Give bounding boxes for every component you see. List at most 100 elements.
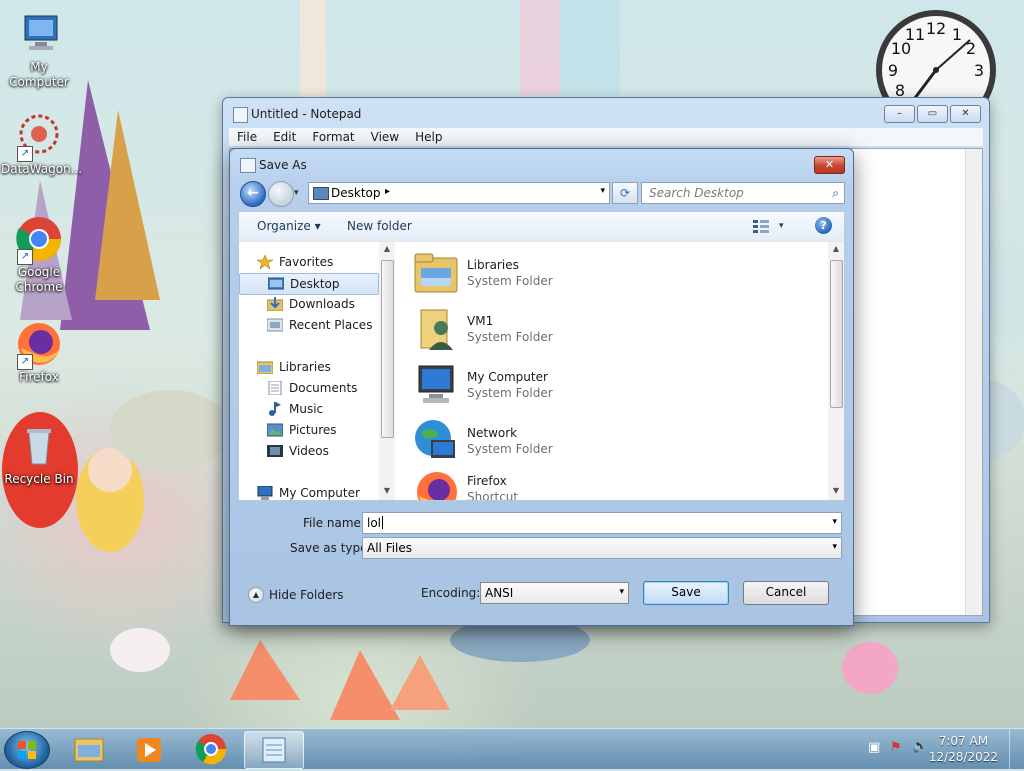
- file-name-dropdown-icon[interactable]: ▾: [832, 517, 837, 527]
- recent-locations-dropdown[interactable]: ▾: [294, 188, 299, 198]
- notepad-icon: [233, 107, 248, 123]
- user-folder-icon: [420, 309, 453, 350]
- menu-edit[interactable]: Edit: [265, 128, 304, 146]
- nav-item-label: Videos: [289, 444, 329, 458]
- encoding-dropdown-icon[interactable]: ▾: [619, 587, 624, 597]
- cancel-button[interactable]: Cancel: [743, 581, 829, 605]
- clock-number: 3: [974, 61, 984, 80]
- forward-button[interactable]: [268, 181, 294, 207]
- scroll-up-arrow-icon[interactable]: ▲: [828, 244, 844, 253]
- nav-item-libraries[interactable]: Libraries: [239, 357, 377, 377]
- address-dropdown-icon[interactable]: ▾: [600, 186, 605, 196]
- action-center-flag-icon[interactable]: ⚑: [890, 740, 902, 755]
- file-item-vm1[interactable]: VM1 System Folder: [411, 304, 811, 356]
- clock-number: 11: [905, 25, 925, 44]
- nav-pane-scrollbar[interactable]: ▲ ▼: [379, 242, 395, 500]
- save-button[interactable]: Save: [643, 581, 729, 605]
- desktop-icon-my-computer[interactable]: My Computer: [1, 10, 77, 90]
- folder-icon: [74, 738, 104, 762]
- save-as-type-value: All Files: [367, 541, 413, 555]
- taskbar-explorer[interactable]: [60, 731, 118, 767]
- clock[interactable]: 7:07 AM 12/28/2022: [929, 733, 998, 765]
- shortcut-arrow-icon: ↗: [17, 354, 33, 370]
- menu-format[interactable]: Format: [304, 128, 362, 146]
- taskbar-media-player[interactable]: [120, 731, 178, 767]
- organize-button[interactable]: Organize ▾: [257, 219, 321, 233]
- file-item-libraries[interactable]: Libraries System Folder: [411, 248, 811, 300]
- computer-icon: [418, 365, 454, 403]
- scroll-down-arrow-icon[interactable]: ▼: [828, 486, 844, 495]
- network-icon[interactable]: ▣: [868, 740, 880, 755]
- nav-item-documents[interactable]: Documents: [239, 378, 377, 398]
- shortcut-arrow-icon: ↗: [17, 146, 33, 162]
- address-bar[interactable]: Desktop ▸ ▾: [308, 182, 610, 204]
- clock-date: 12/28/2022: [928, 750, 998, 764]
- desktop-icon-label: My Computer: [9, 60, 69, 89]
- taskbar-notepad[interactable]: [244, 731, 304, 769]
- command-toolbar: Organize ▾ New folder ▾ ?: [238, 211, 845, 242]
- nav-item-music[interactable]: Music: [239, 399, 377, 419]
- editor-scrollbar[interactable]: [965, 149, 982, 615]
- dialog-close-button[interactable]: ✕: [814, 156, 845, 174]
- view-options-dropdown[interactable]: ▾: [779, 221, 784, 231]
- encoding-select[interactable]: ANSI ▾: [480, 582, 629, 604]
- search-placeholder: Search Desktop: [649, 186, 744, 200]
- file-name-input[interactable]: lol ▾: [362, 512, 842, 534]
- save-as-dialog[interactable]: Save As ✕ ← ▾ Desktop ▸ ▾ ⟳ Search Deskt…: [229, 148, 854, 626]
- file-item-firefox[interactable]: Firefox Shortcut: [411, 464, 811, 500]
- show-desktop-button[interactable]: [1009, 729, 1024, 769]
- music-icon: [269, 402, 281, 416]
- help-icon[interactable]: ?: [815, 217, 832, 234]
- nav-item-downloads[interactable]: Downloads: [239, 294, 377, 314]
- scroll-thumb[interactable]: [381, 260, 394, 438]
- minimize-button[interactable]: –: [884, 105, 915, 123]
- file-name: VM1: [467, 314, 494, 328]
- save-as-type-select[interactable]: All Files ▾: [362, 537, 842, 559]
- file-item-network[interactable]: Network System Folder: [411, 416, 811, 468]
- search-input[interactable]: Search Desktop ⌕: [641, 182, 845, 204]
- save-as-type-dropdown-icon[interactable]: ▾: [832, 542, 837, 552]
- refresh-button[interactable]: ⟳: [612, 182, 638, 204]
- pictures-icon: [267, 423, 283, 437]
- close-button[interactable]: ✕: [950, 105, 981, 123]
- nav-item-label: My Computer: [279, 486, 360, 500]
- computer-icon: [15, 10, 63, 58]
- notepad-icon: [262, 737, 286, 763]
- desktop-icon-google-chrome[interactable]: ↗ Google Chrome: [1, 215, 77, 295]
- nav-item-label: Favorites: [279, 255, 334, 269]
- menu-file[interactable]: File: [229, 128, 265, 146]
- nav-item-videos[interactable]: Videos: [239, 441, 377, 461]
- nav-item-recent-places[interactable]: Recent Places: [239, 315, 377, 335]
- address-location[interactable]: Desktop: [331, 186, 381, 200]
- file-type: System Folder: [467, 442, 553, 456]
- chrome-icon: ↗: [15, 215, 63, 265]
- new-folder-button[interactable]: New folder: [347, 219, 412, 233]
- file-item-my-computer[interactable]: My Computer System Folder: [411, 360, 811, 412]
- change-view-icon[interactable]: [753, 219, 769, 233]
- scroll-up-arrow-icon[interactable]: ▲: [379, 244, 395, 253]
- volume-icon[interactable]: 🔈: [912, 739, 928, 754]
- breadcrumb-arrow-icon[interactable]: ▸: [385, 186, 390, 197]
- taskbar-chrome[interactable]: [182, 731, 240, 767]
- network-globe-icon: [415, 420, 455, 458]
- maximize-button[interactable]: ▭: [917, 105, 948, 123]
- file-list-scrollbar[interactable]: ▲ ▼: [828, 242, 844, 500]
- desktop-icon-recycle-bin[interactable]: Recycle Bin: [1, 422, 77, 487]
- recent-places-icon: [267, 318, 283, 332]
- start-button[interactable]: [4, 731, 50, 769]
- nav-item-my-computer[interactable]: My Computer: [239, 483, 377, 503]
- nav-item-favorites[interactable]: Favorites: [239, 252, 377, 272]
- menu-view[interactable]: View: [363, 128, 407, 146]
- search-icon[interactable]: ⌕: [832, 186, 839, 201]
- menu-help[interactable]: Help: [407, 128, 450, 146]
- scroll-down-arrow-icon[interactable]: ▼: [379, 486, 395, 495]
- nav-item-pictures[interactable]: Pictures: [239, 420, 377, 440]
- back-button[interactable]: ←: [240, 181, 266, 207]
- scroll-thumb[interactable]: [830, 260, 843, 408]
- nav-item-desktop[interactable]: Desktop: [239, 273, 379, 295]
- chrome-icon: [195, 734, 227, 765]
- navigation-bar: ← ▾ Desktop ▸ ▾ ⟳ Search Desktop ⌕: [238, 179, 845, 207]
- desktop-icon-firefox[interactable]: ↗ Firefox: [1, 320, 77, 385]
- desktop-icon-datawagon[interactable]: ↗ DataWagon...: [1, 112, 82, 177]
- firefox-icon: [417, 472, 457, 500]
